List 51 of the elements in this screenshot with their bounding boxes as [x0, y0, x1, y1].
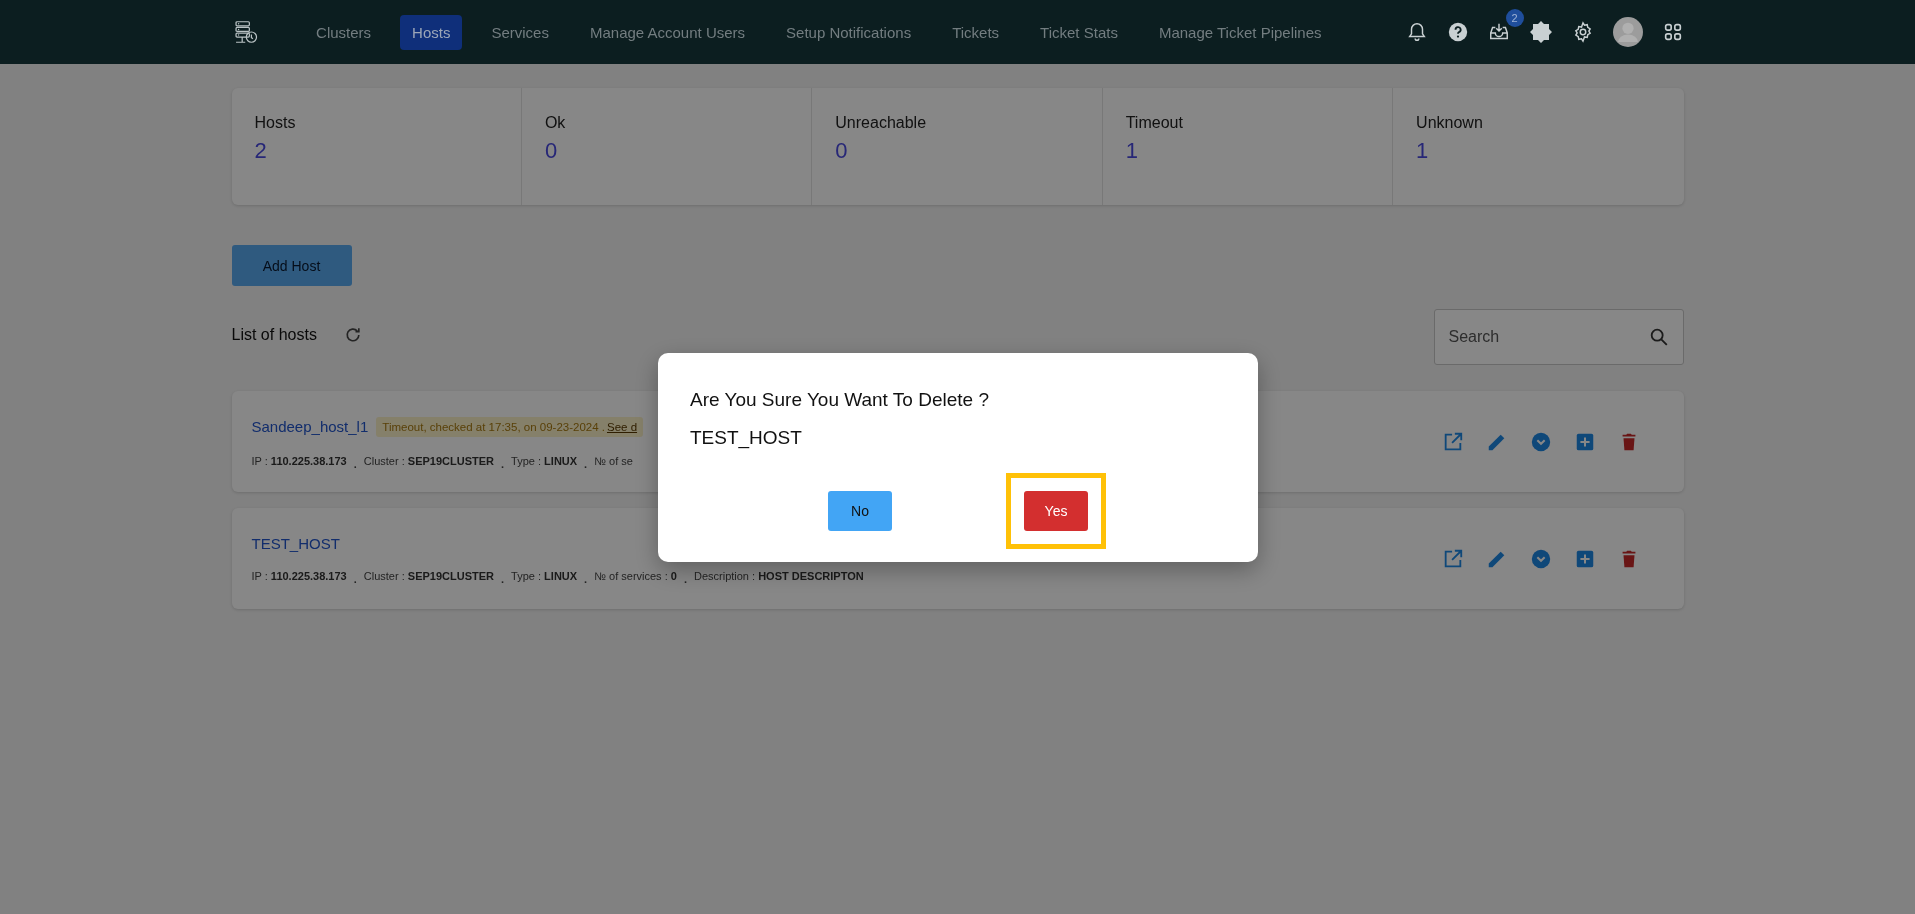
nav-link[interactable]: Setup Notifications: [774, 14, 924, 50]
notification-badge: 2: [1505, 9, 1524, 27]
search-field[interactable]: Search: [1433, 309, 1684, 365]
stat-label: Unreachable: [835, 114, 928, 132]
details-link[interactable]: See d: [607, 420, 638, 433]
separator-dot: .: [501, 573, 505, 585]
stat-value: 1: [1125, 138, 1139, 164]
nav-link[interactable]: Clusters: [304, 14, 384, 50]
host-detail: № of services : 0: [594, 570, 677, 582]
yes-button[interactable]: Yes: [1024, 491, 1088, 531]
nav-link[interactable]: Tickets: [940, 14, 1012, 50]
stat-value: 2: [254, 138, 268, 164]
separator-dot: .: [584, 457, 588, 470]
nav-link[interactable]: Hosts: [400, 14, 463, 50]
host-detail: IP : 110.225.38.173: [251, 570, 347, 582]
separator-dot: .: [683, 573, 687, 585]
host-detail: Cluster : SEP19CLUSTER: [363, 454, 494, 467]
host-detail: IP : 110.225.38.173: [251, 454, 347, 467]
status-text: Timeout, checked at 17:35, on 09-23-2024 .: [382, 420, 605, 433]
separator-dot: .: [353, 573, 357, 585]
dialog-title: Are You Sure You Want To Delete ?: [690, 389, 990, 411]
host-detail: Type : LINUX: [511, 570, 578, 582]
chevron-down-circle-icon[interactable]: [1529, 547, 1552, 570]
host-detail: № of se: [594, 454, 633, 467]
list-title: List of hosts: [231, 326, 317, 344]
host-name-link[interactable]: TEST_HOST: [251, 535, 340, 552]
stat-value: 0: [544, 138, 559, 164]
dialog-subject: TEST_HOST: [690, 427, 803, 449]
theme-toggle-icon[interactable]: [1528, 20, 1553, 44]
nav-link[interactable]: Manage Ticket Pipelines: [1146, 14, 1334, 50]
host-detail: Description : HOST DESCRIPTON: [693, 570, 864, 582]
host-detail: Type : LINUX: [511, 454, 578, 467]
stat-label: Unknown: [1416, 114, 1484, 132]
host-name-link[interactable]: Sandeep_host_l1: [251, 418, 369, 435]
add-host-button[interactable]: Add Host: [231, 245, 352, 286]
separator-dot: .: [353, 457, 357, 470]
nav-link[interactable]: Services: [479, 14, 561, 50]
separator-dot: .: [584, 573, 588, 585]
separator-dot: .: [501, 457, 505, 470]
no-button[interactable]: No: [828, 491, 892, 531]
stat-label: Timeout: [1125, 114, 1184, 132]
avatar-icon[interactable]: [1612, 17, 1643, 47]
help-icon[interactable]: [1446, 21, 1469, 43]
stat-label: Hosts: [254, 114, 297, 132]
nav-link[interactable]: Ticket Stats: [1028, 14, 1130, 50]
chevron-down-circle-icon[interactable]: [1529, 430, 1552, 453]
nav-link[interactable]: Manage Account Users: [577, 14, 758, 50]
stat-value: 0: [835, 138, 849, 164]
stat-value: 1: [1416, 138, 1430, 164]
stat-label: Ok: [544, 114, 567, 132]
host-detail: Cluster : SEP19CLUSTER: [363, 570, 494, 582]
